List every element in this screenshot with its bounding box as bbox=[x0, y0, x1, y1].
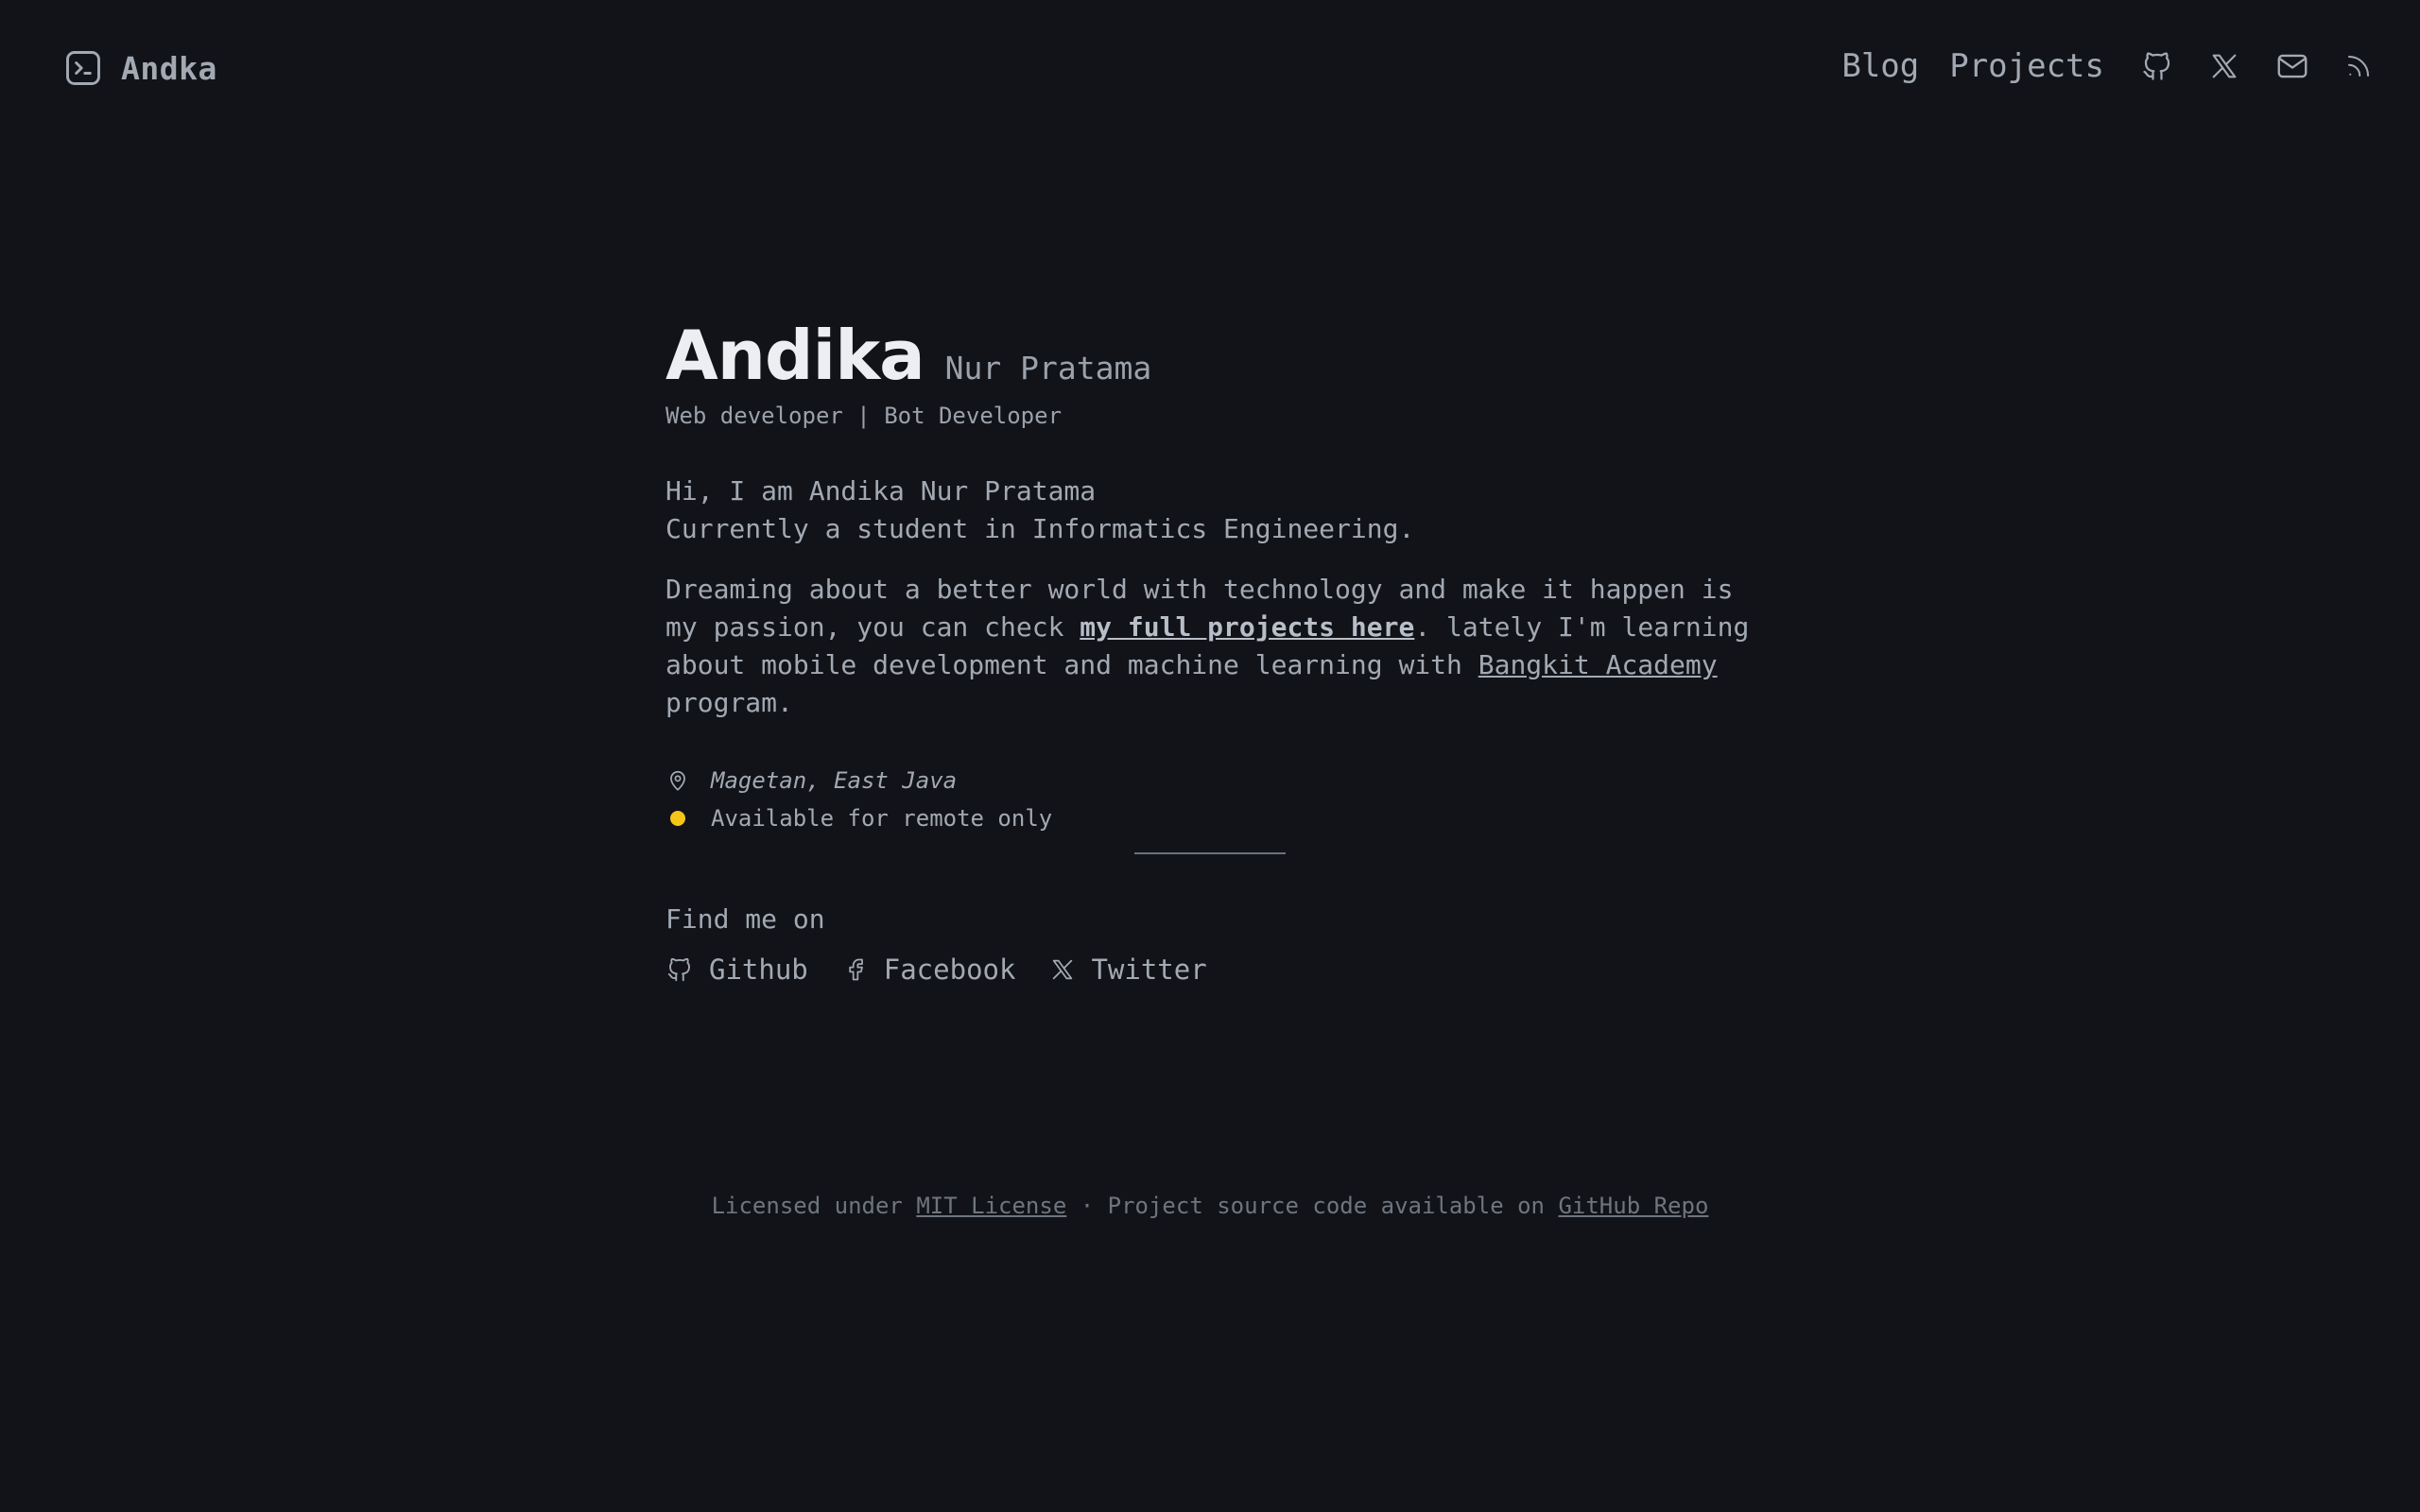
rss-icon[interactable] bbox=[2344, 52, 2373, 80]
facebook-icon bbox=[842, 956, 869, 983]
name-heading: Andika Nur Pratama bbox=[666, 321, 1762, 389]
mail-icon[interactable] bbox=[2274, 48, 2310, 84]
social-github-link[interactable]: Github bbox=[666, 954, 808, 986]
site-footer: Licensed under MIT License · Project sou… bbox=[0, 1193, 2420, 1219]
rest-name: Nur Pratama bbox=[944, 350, 1152, 387]
status-dot-icon bbox=[670, 811, 685, 826]
availability-text: Available for remote only bbox=[711, 805, 1053, 832]
github-icon bbox=[666, 955, 694, 984]
github-icon[interactable] bbox=[2140, 49, 2174, 83]
passion-paragraph: Dreaming about a better world with techn… bbox=[666, 571, 1762, 722]
footer-prefix: Licensed under bbox=[711, 1193, 917, 1219]
nav-projects-link[interactable]: Projects bbox=[1949, 47, 2104, 85]
role-subtitle: Web developer | Bot Developer bbox=[666, 403, 1063, 429]
nav-blog-link[interactable]: Blog bbox=[1841, 47, 1919, 85]
terminal-icon bbox=[62, 47, 104, 89]
social-links: Github Facebook Twitter bbox=[666, 954, 1762, 986]
passion-text-after: program. bbox=[666, 687, 793, 718]
location-row: Magetan, East Java bbox=[666, 762, 1762, 799]
social-github-label: Github bbox=[709, 954, 808, 986]
section-divider bbox=[1134, 852, 1286, 854]
social-twitter-link[interactable]: Twitter bbox=[1049, 954, 1207, 986]
bangkit-academy-link[interactable]: Bangkit Academy bbox=[1478, 649, 1718, 680]
location-text: Magetan, East Java bbox=[711, 767, 958, 794]
footer-middle: · Project source code available on bbox=[1066, 1193, 1559, 1219]
mit-license-link[interactable]: MIT License bbox=[916, 1193, 1066, 1219]
availability-row: Available for remote only bbox=[666, 799, 1762, 837]
github-repo-link[interactable]: GitHub Repo bbox=[1558, 1193, 1708, 1219]
x-icon bbox=[1049, 956, 1076, 983]
status-dot-wrap bbox=[666, 811, 690, 826]
intro: Hi, I am Andika Nur Pratama Currently a … bbox=[666, 472, 1762, 548]
projects-link[interactable]: my full projects here bbox=[1080, 611, 1414, 643]
x-icon[interactable] bbox=[2208, 50, 2240, 82]
social-facebook-label: Facebook bbox=[883, 954, 1016, 986]
map-pin-icon bbox=[666, 768, 690, 793]
intro-line-2: Currently a student in Informatics Engin… bbox=[666, 513, 1415, 544]
brand-name: Andka bbox=[121, 49, 217, 87]
main-content: Andika Nur Pratama Web developer | Bot D… bbox=[666, 321, 1762, 986]
find-me-heading: Find me on bbox=[666, 903, 825, 935]
first-name: Andika bbox=[666, 316, 925, 395]
meta-info: Magetan, East Java Available for remote … bbox=[666, 762, 1762, 837]
intro-line-1: Hi, I am Andika Nur Pratama bbox=[666, 475, 1097, 507]
site-header: Andka Blog Projects bbox=[0, 0, 2420, 134]
main-nav: Blog Projects bbox=[1841, 45, 2373, 87]
social-twitter-label: Twitter bbox=[1091, 954, 1207, 986]
brand-home-link[interactable]: Andka bbox=[62, 47, 217, 89]
social-facebook-link[interactable]: Facebook bbox=[842, 954, 1016, 986]
